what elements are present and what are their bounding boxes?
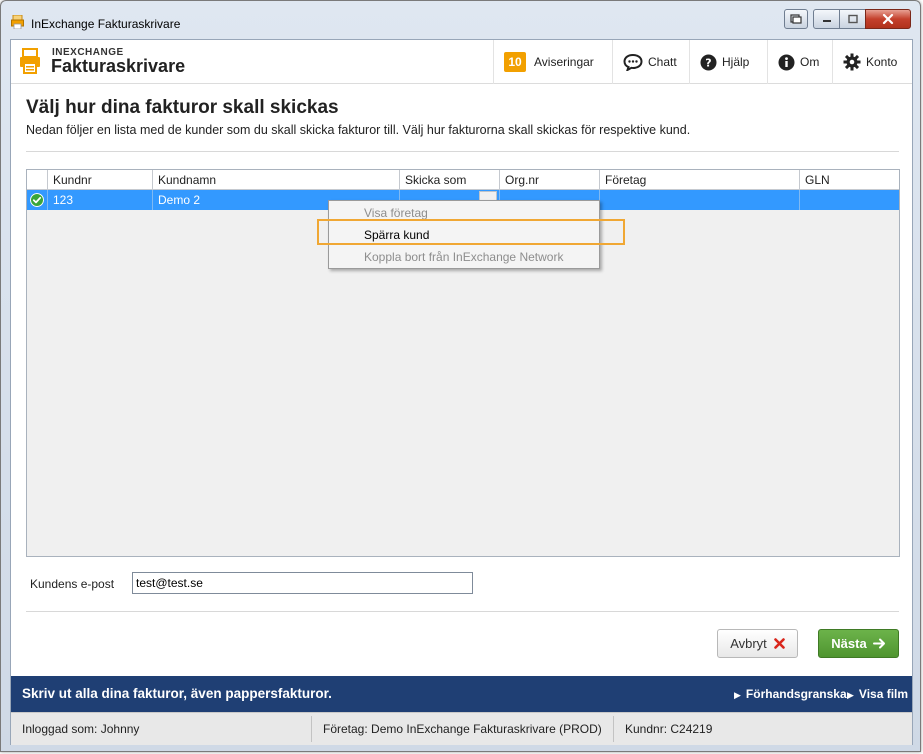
svg-text:?: ?	[705, 56, 711, 69]
next-button-label: Nästa	[831, 636, 867, 651]
nav-account-label: Konto	[866, 55, 898, 69]
nav-notifications[interactable]: 10 Aviseringar	[493, 40, 612, 84]
divider	[26, 611, 899, 612]
page-title: Välj hur dina fakturor skall skickas	[26, 97, 339, 118]
next-button[interactable]: Nästa	[818, 629, 899, 658]
cell-kundnr: 123	[47, 190, 152, 210]
app-header: INEXCHANGE Fakturaskrivare 10 Aviseringa…	[11, 40, 912, 84]
column-header-kundnamn[interactable]: Kundnamn	[152, 170, 399, 190]
highlight-annotation	[317, 219, 625, 245]
nav-help-label: Hjälp	[722, 55, 750, 69]
client-area: INEXCHANGE Fakturaskrivare 10 Aviseringa…	[10, 39, 913, 745]
close-icon	[882, 13, 894, 25]
title-bar: InExchange Fakturaskrivare	[1, 1, 920, 39]
notification-count-badge: 10	[504, 52, 526, 72]
preview-link-label: Förhandsgranska	[745, 687, 847, 701]
logo-printer-icon	[20, 48, 40, 74]
cancel-button[interactable]: Avbryt	[717, 629, 798, 658]
app-printer-icon	[11, 15, 24, 29]
column-header-gln[interactable]: GLN	[799, 170, 901, 190]
window-extra-button[interactable]	[784, 9, 808, 29]
chat-icon	[623, 53, 643, 71]
promo-banner: Skriv ut alla dina fakturor, även papper…	[11, 676, 912, 712]
banner-text: Skriv ut alla dina fakturor, även papper…	[22, 686, 332, 701]
status-bar: Inloggad som: Johnny Företag: Demo InExc…	[11, 712, 912, 745]
help-icon: ?	[700, 54, 717, 70]
menu-item-koppla-bort[interactable]: Koppla bort från InExchange Network	[329, 246, 599, 268]
arrow-right-icon	[872, 638, 885, 649]
check-circle-icon	[30, 193, 44, 207]
play-arrow-icon: ▶	[734, 690, 741, 700]
brand-name: Fakturaskrivare	[51, 56, 186, 76]
info-icon	[778, 54, 795, 70]
column-header-orgnr[interactable]: Org.nr	[499, 170, 599, 190]
cell-foretag	[599, 190, 799, 210]
application-window: InExchange Fakturaskrivare INEXCHANGE Fa…	[0, 0, 921, 752]
column-header-skicka-som[interactable]: Skicka som	[399, 170, 499, 190]
status-logged-in: Inloggad som: Johnny	[22, 722, 140, 736]
nav-about[interactable]: Om	[767, 40, 832, 84]
preview-link[interactable]: ▶ Förhandsgranska	[734, 687, 847, 701]
cancel-button-label: Avbryt	[730, 636, 767, 651]
nav-chat[interactable]: Chatt	[612, 40, 689, 84]
status-customer-number: Kundnr: C24219	[625, 722, 713, 736]
column-header-kundnr[interactable]: Kundnr	[47, 170, 152, 190]
close-window-button[interactable]	[865, 9, 911, 29]
status-company: Företag: Demo InExchange Fakturaskrivare…	[323, 722, 602, 736]
minimize-button[interactable]	[813, 9, 840, 29]
nav-about-label: Om	[800, 55, 820, 69]
cell-gln	[799, 190, 901, 210]
column-header-status	[27, 170, 47, 190]
maximize-button[interactable]	[839, 9, 866, 29]
close-icon	[773, 638, 785, 649]
column-header-foretag[interactable]: Företag	[599, 170, 799, 190]
nav-account[interactable]: Konto	[832, 40, 914, 84]
gear-icon	[843, 53, 861, 71]
divider	[26, 151, 899, 152]
play-arrow-icon: ▶	[847, 690, 854, 700]
minimize-icon	[822, 20, 831, 22]
grid-header: Kundnr Kundnamn Skicka som Org.nr Företa…	[27, 170, 899, 190]
nav-help[interactable]: ? Hjälp	[689, 40, 767, 84]
video-link-label: Visa film	[858, 687, 909, 701]
video-link[interactable]: ▶ Visa film	[847, 687, 908, 701]
maximize-icon	[847, 14, 858, 24]
email-field[interactable]	[132, 572, 473, 594]
row-status-cell	[27, 190, 47, 210]
window-restore-icon	[790, 14, 802, 24]
nav-notifications-label: Aviseringar	[534, 55, 594, 69]
window-title: InExchange Fakturaskrivare	[31, 17, 181, 31]
page-subtitle: Nedan följer en lista med de kunder som …	[26, 123, 691, 137]
nav-chat-label: Chatt	[648, 55, 677, 69]
email-label: Kundens e-post	[30, 577, 115, 591]
